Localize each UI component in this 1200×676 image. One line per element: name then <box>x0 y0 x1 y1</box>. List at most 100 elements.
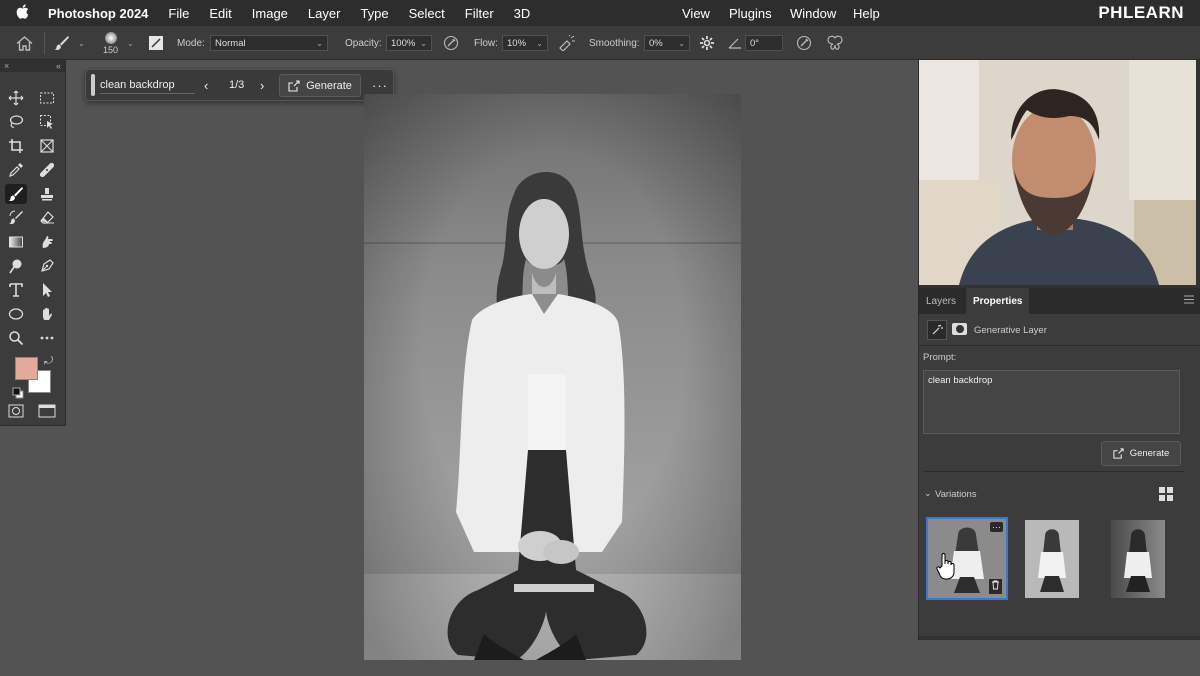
close-icon[interactable]: × <box>4 61 9 71</box>
gear-icon[interactable] <box>699 26 715 60</box>
lasso-tool[interactable] <box>5 112 27 132</box>
swap-colors-icon[interactable]: ⤾ <box>44 355 53 368</box>
path-select-tool[interactable] <box>36 280 58 300</box>
mode-select[interactable]: Normal ⌄ <box>210 35 328 51</box>
variation-thumbnail[interactable] <box>1111 520 1165 598</box>
smoothing-field[interactable]: 0% ⌄ <box>644 35 690 51</box>
divider <box>923 471 1185 472</box>
lasso-icon <box>9 115 24 128</box>
ellipse-tool[interactable] <box>5 304 27 324</box>
menu-help[interactable]: Help <box>853 6 880 21</box>
menu-window[interactable]: Window <box>790 6 836 21</box>
brush-tool[interactable] <box>5 184 27 204</box>
airbrush-icon[interactable] <box>558 26 576 60</box>
chevron-down-icon: ⌄ <box>420 38 427 48</box>
brush-settings-icon[interactable] <box>148 26 164 60</box>
frame-tool[interactable] <box>36 136 58 156</box>
previous-variation-button[interactable]: ‹ <box>204 70 208 100</box>
flow-field[interactable]: 10% ⌄ <box>502 35 548 51</box>
grid-view-icon[interactable] <box>1159 487 1173 504</box>
type-tool[interactable] <box>5 280 27 300</box>
chevron-down-icon: ⌄ <box>316 38 323 48</box>
options-bar: ⌄ 150 ⌄ Mode: Normal ⌄ Opacity: 100% ⌄ Flo… <box>0 26 1200 60</box>
brush-size-picker[interactable]: 150 <box>103 26 118 60</box>
history-brush-icon <box>9 210 23 225</box>
eyedropper-tool[interactable] <box>5 160 27 180</box>
menu-filter[interactable]: Filter <box>465 6 494 21</box>
stamp-tool[interactable] <box>36 184 58 204</box>
mode-value: Normal <box>215 37 246 49</box>
opacity-field[interactable]: 100% ⌄ <box>386 35 432 51</box>
marquee-tool[interactable] <box>36 88 58 108</box>
rectangle-icon <box>8 308 24 320</box>
home-icon[interactable] <box>16 26 33 60</box>
marquee-icon <box>40 92 54 104</box>
quick-mask-icon[interactable] <box>8 404 24 423</box>
document-canvas[interactable] <box>364 94 741 660</box>
symmetry-icon[interactable] <box>826 26 844 60</box>
drag-handle[interactable] <box>91 74 95 96</box>
presenter-image <box>919 60 1196 285</box>
variation-image <box>1025 520 1079 598</box>
tab-layers[interactable]: Layers <box>919 288 963 314</box>
panel-menu-icon[interactable] <box>1184 295 1194 307</box>
variation-thumbnail[interactable]: ··· <box>926 517 1008 600</box>
object-select-icon <box>40 115 53 129</box>
menu-layer[interactable]: Layer <box>308 6 341 21</box>
variations-chevron-icon[interactable]: ⌄ <box>924 488 932 499</box>
menu-view[interactable]: View <box>682 6 710 21</box>
presenter-video-overlay <box>919 60 1196 285</box>
mode-label: Mode: <box>177 37 205 49</box>
prompt-textarea[interactable]: clean backdrop <box>923 370 1180 434</box>
move-tool[interactable] <box>5 88 27 108</box>
healing-tool[interactable] <box>36 160 58 180</box>
brush-preset-icon[interactable] <box>54 26 70 60</box>
layer-type-label: Generative Layer <box>974 325 1047 336</box>
menu-select[interactable]: Select <box>409 6 445 21</box>
history-brush-tool[interactable] <box>5 208 27 228</box>
trash-icon[interactable] <box>989 579 1002 594</box>
gradient-tool[interactable] <box>5 232 27 252</box>
app-name-menu[interactable]: Photoshop 2024 <box>48 6 148 21</box>
zoom-tool[interactable] <box>5 328 27 348</box>
menu-plugins[interactable]: Plugins <box>729 6 772 21</box>
opacity-label: Opacity: <box>345 37 382 49</box>
hand-tool[interactable] <box>36 304 58 324</box>
brush-icon <box>8 187 23 202</box>
menu-image[interactable]: Image <box>252 6 288 21</box>
thumbnail-more-icon[interactable]: ··· <box>990 522 1003 532</box>
hand-icon <box>43 307 53 320</box>
menu-edit[interactable]: Edit <box>209 6 231 21</box>
object-select-tool[interactable] <box>36 112 58 132</box>
smudge-icon <box>42 236 53 248</box>
screen-mode-icon[interactable] <box>38 404 56 423</box>
apple-icon[interactable] <box>16 3 36 23</box>
default-colors-icon[interactable] <box>12 386 24 404</box>
prompt-input[interactable]: clean backdrop <box>100 70 196 100</box>
angle-field[interactable]: 0° <box>745 35 783 51</box>
variations-label[interactable]: Variations <box>935 489 977 500</box>
generative-layer-icon <box>927 320 947 340</box>
menu-3d[interactable]: 3D <box>514 6 531 21</box>
path-select-icon <box>43 283 52 297</box>
more-tools-button[interactable] <box>36 328 58 348</box>
smudge-tool[interactable] <box>36 232 58 252</box>
crop-tool[interactable] <box>5 136 27 156</box>
dodge-tool[interactable] <box>5 256 27 276</box>
chevron-down-icon[interactable]: ⌄ <box>127 26 134 60</box>
menu-file[interactable]: File <box>168 6 189 21</box>
variation-thumbnail[interactable] <box>1025 520 1079 598</box>
collapse-icon[interactable]: « <box>56 61 61 71</box>
eraser-tool[interactable] <box>36 208 58 228</box>
tab-properties[interactable]: Properties <box>966 288 1030 314</box>
pressure-opacity-icon[interactable] <box>443 26 459 60</box>
next-variation-button[interactable]: › <box>260 70 264 100</box>
generate-button[interactable]: Generate <box>279 74 361 97</box>
foreground-color-swatch[interactable] <box>15 357 38 380</box>
panel-generate-button[interactable]: Generate <box>1101 441 1181 466</box>
healing-icon <box>39 162 55 178</box>
menu-type[interactable]: Type <box>360 6 388 21</box>
pressure-size-icon[interactable] <box>796 26 812 60</box>
chevron-down-icon[interactable]: ⌄ <box>78 26 85 60</box>
pen-tool[interactable] <box>36 256 58 276</box>
